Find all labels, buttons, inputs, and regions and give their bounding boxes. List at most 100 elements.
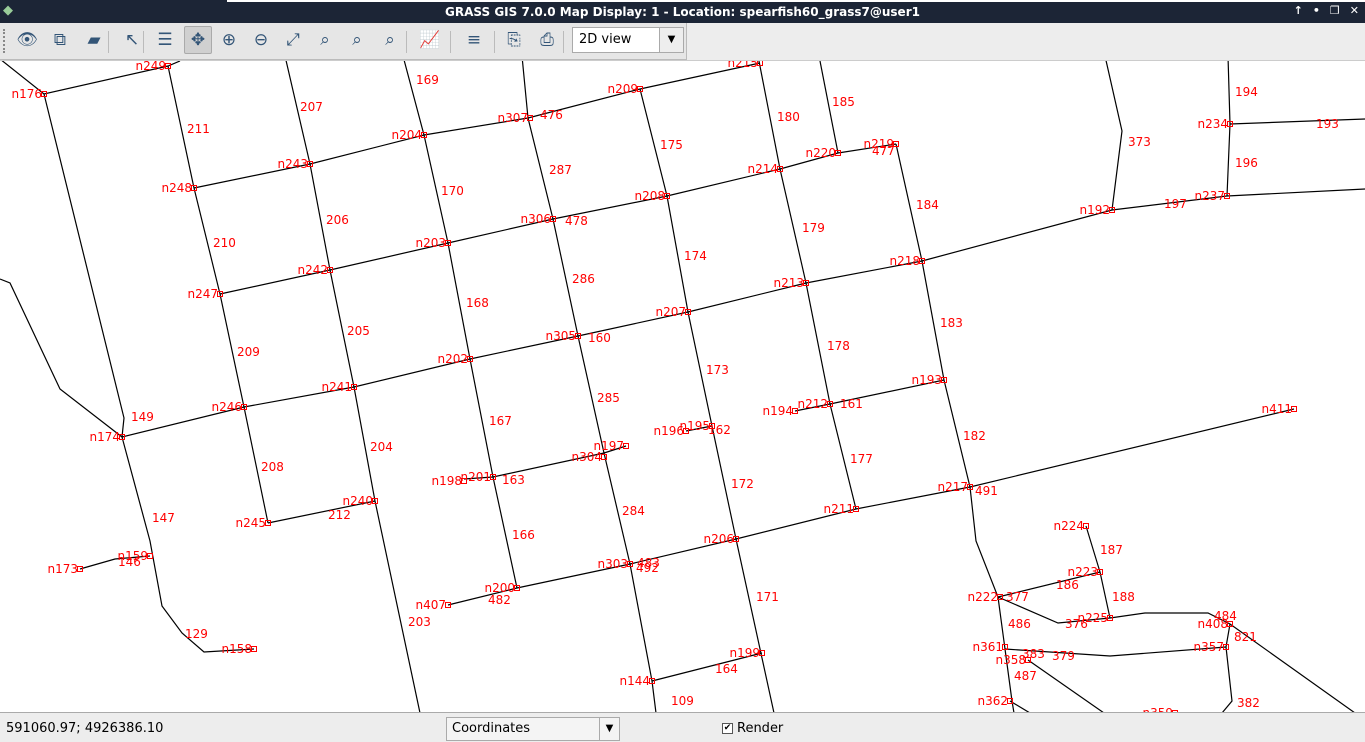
chevron-down-icon: ▼ [659,28,683,52]
road-line [121,188,1365,438]
node-label: n246 [211,400,242,414]
node-label: n208 [634,189,665,203]
road-line [895,143,1015,712]
road-line [521,61,657,712]
node-label: n357 [1193,640,1224,654]
edge-label: 196 [1235,156,1258,170]
node-label: n203 [415,236,446,250]
pointer-button[interactable]: ↖ [118,26,146,54]
edge-label: 486 [1008,617,1031,631]
edge-label: 287 [549,163,572,177]
query-button[interactable]: ☰ [151,26,179,54]
view-mode-select[interactable]: 2D view ▼ [572,27,684,53]
edge-label: 284 [622,504,645,518]
edge-label: 179 [802,221,825,235]
edge-label: 379 [1052,649,1075,663]
node-label: n243 [277,157,308,171]
edge-label: 484 [1214,609,1237,623]
edge-label: 483 [637,556,660,570]
edge-label: 168 [466,296,489,310]
render-map-icon: ⧉ [53,30,67,50]
decoration-icon: ≡ [466,30,482,50]
edge-label: 194 [1235,85,1258,99]
window-maximize-button[interactable]: ❐ [1330,4,1340,17]
edge-label: 187 [1100,543,1123,557]
road-line [447,408,1295,606]
node-label: n211 [823,502,854,516]
window-close-button[interactable]: ✕ [1350,4,1359,17]
toolbar-grip[interactable] [3,29,6,53]
road-line [639,88,775,712]
node-label: n248 [161,181,192,195]
node-label: n411 [1261,402,1292,416]
node-label: n195 [679,419,710,433]
edge-label: 186 [1056,578,1079,592]
zoom-region-icon: ⌕ [320,30,330,50]
zoom-region-button[interactable]: ⌕ [311,26,339,54]
render-map-button[interactable]: ⧉ [46,26,74,54]
map-canvas[interactable]: n249 n176 n248 n243 n204 n307 n209 n215 n220 n219… [0,60,1365,712]
node-label: n222 [967,590,998,604]
zoom-options-button[interactable]: ⌕ [376,26,404,54]
edge-label: 476 [540,108,563,122]
edge-label: 185 [832,95,855,109]
pan-icon: ✥ [190,30,206,50]
coordinates-readout: 591060.97; 4926386.10 [6,721,164,736]
erase-display-icon: ▰ [87,30,101,50]
window-raise-button[interactable]: ↑ [1294,4,1303,17]
edge-label: 162 [708,423,731,437]
edge-label: 160 [588,331,611,345]
chevron-down-icon: ▼ [599,718,619,740]
edge-label: 180 [777,110,800,124]
edge-label: 210 [213,236,236,250]
node-label: n234 [1197,117,1228,131]
node-label: n158 [221,642,252,656]
edge-label: 376 [1065,617,1088,631]
node-label: n173 [47,562,78,576]
analyze-button[interactable]: 📈 [416,26,444,54]
pointer-icon: ↖ [124,30,140,50]
node-label: n212 [797,397,828,411]
edge-label: 147 [152,511,175,525]
checkbox-checked-icon[interactable]: ✔ [722,723,733,734]
decoration-button[interactable]: ≡ [460,26,488,54]
edge-label: 167 [489,414,512,428]
window-minimize-button[interactable]: • [1313,4,1320,17]
node-label: n306 [520,212,551,226]
query-icon: ☰ [157,30,173,50]
zoom-out-button[interactable]: ⊖ [247,26,275,54]
zoom-extent-button[interactable]: ⤢ [279,26,307,54]
edge-label: 166 [512,528,535,542]
print-button[interactable]: ⎙ [533,26,561,54]
node-label: n245 [235,516,266,530]
erase-display-button[interactable]: ▰ [80,26,108,54]
zoom-in-button[interactable]: ⊕ [215,26,243,54]
edge-label: 171 [756,590,779,604]
node-label: n407 [415,598,446,612]
render-label: Render [737,721,784,736]
edge-label: 373 [1128,135,1151,149]
edge-label: 183 [940,316,963,330]
zoom-back-icon: ⌕ [352,30,362,50]
edge-label: 182 [963,429,986,443]
node-label: n196 [653,424,684,438]
save-image-icon: ⎘ [507,30,521,50]
status-bar: 591060.97; 4926386.10 Coordinates ▼ ✔ Rend… [0,712,1365,742]
edge-label: 178 [827,339,850,353]
node-label: n201 [460,470,491,484]
edge-label: 177 [850,452,873,466]
zoom-back-button[interactable]: ⌕ [343,26,371,54]
node-label: n362 [977,694,1008,708]
display-map-button[interactable]: 👁 [13,26,41,54]
pan-button[interactable]: ✥ [184,26,212,54]
node-label: n307 [497,111,528,125]
toolbar-separator [494,31,495,53]
render-checkbox[interactable]: ✔ Render [722,721,783,736]
edge-label: 169 [416,73,439,87]
save-image-button[interactable]: ⎘ [500,26,528,54]
node-label: n144 [619,674,650,688]
statusbar-mode-select[interactable]: Coordinates ▼ [446,717,620,741]
edge-label: 285 [597,391,620,405]
edge-label: 188 [1112,590,1135,604]
edge-label: 149 [131,410,154,424]
